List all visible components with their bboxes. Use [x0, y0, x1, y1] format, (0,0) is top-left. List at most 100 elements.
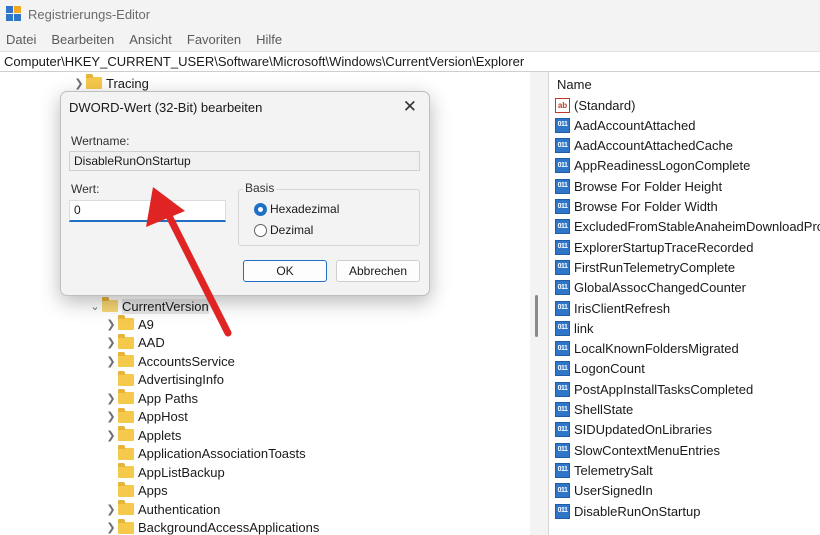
reg-dword-icon: 011 — [555, 138, 570, 154]
tree-item-label: BackgroundAccessApplications — [138, 520, 320, 535]
value-row[interactable]: 011 AppReadinessLogonComplete — [555, 156, 750, 176]
value-row[interactable]: 011 AadAccountAttached — [555, 115, 695, 135]
tree-item-tracing[interactable]: ❯ Tracing — [72, 74, 149, 92]
chevron-down-icon[interactable]: ⌄ — [88, 297, 102, 315]
value-name: FirstRunTelemetryComplete — [574, 259, 736, 275]
value-row[interactable]: 011 Browse For Folder Height — [555, 176, 722, 196]
tree-item[interactable]: ❯ AppHost — [104, 407, 188, 426]
value-row[interactable]: 011 LocalKnownFoldersMigrated — [555, 339, 739, 359]
tree-item[interactable]: AppListBackup — [104, 463, 225, 481]
reg-dword-icon: 011 — [555, 178, 570, 194]
pane-splitter[interactable] — [530, 72, 548, 535]
folder-icon — [118, 389, 134, 404]
radio-checked-icon[interactable] — [254, 202, 267, 216]
tree-item[interactable]: ApplicationAssociationToasts — [104, 444, 306, 463]
value-name: TelemetrySalt — [574, 462, 653, 478]
value-row[interactable]: 011 GlobalAssocChangedCounter — [555, 278, 746, 298]
tree-item-label: AdvertisingInfo — [138, 372, 224, 387]
value-name: Browse For Folder Height — [574, 178, 723, 194]
tree-item[interactable]: AdvertisingInfo — [104, 370, 224, 389]
tree-item[interactable]: ❯ Authentication — [104, 500, 220, 518]
chevron-right-icon[interactable]: ❯ — [104, 352, 118, 370]
value-row[interactable]: 011 ExplorerStartupTraceRecorded — [555, 237, 753, 257]
value-data-input[interactable]: 0 — [69, 200, 226, 222]
menu-favorites[interactable]: Favoriten — [187, 32, 241, 47]
value-row[interactable]: 011 TelemetrySalt — [555, 460, 653, 480]
reg-dword-icon: 011 — [555, 300, 570, 316]
tree-item-label: ApplicationAssociationToasts — [138, 446, 306, 461]
chevron-right-icon[interactable]: ❯ — [104, 408, 118, 426]
reg-dword-icon: 011 — [555, 320, 570, 336]
value-row[interactable]: 011 ExcludedFromStableAnaheimDownloadProm… — [555, 217, 820, 237]
splitter-grip[interactable] — [535, 295, 538, 337]
reg-dword-icon: 011 — [555, 483, 570, 499]
value-row[interactable]: 011 link — [555, 318, 594, 338]
value-row[interactable]: 011 IrisClientRefresh — [555, 298, 670, 318]
value-name: AadAccountAttached — [574, 117, 696, 133]
reg-dword-icon: 011 — [555, 462, 570, 478]
value-row[interactable]: 011 SlowContextMenuEntries — [555, 440, 720, 460]
close-icon[interactable]: ✕ — [403, 97, 417, 117]
radio-decimal[interactable]: Dezimal — [254, 223, 313, 237]
radio-hexadecimal[interactable]: Hexadezimal — [254, 202, 339, 216]
reg-dword-icon: 011 — [555, 219, 570, 235]
chevron-right-icon[interactable]: ❯ — [104, 315, 118, 333]
title-bar: Registrierungs-Editor — [0, 0, 820, 28]
tree-item[interactable]: ❯ AAD — [104, 333, 165, 352]
tree-item[interactable]: Apps — [104, 481, 168, 500]
menu-file[interactable]: Datei — [6, 32, 36, 47]
value-name: link — [574, 320, 594, 336]
folder-icon — [118, 500, 134, 515]
tree-item-label: App Paths — [138, 390, 198, 406]
chevron-right-icon[interactable]: ❯ — [104, 389, 118, 407]
value-name: ExcludedFromStableAnaheimDownloadPromoti… — [574, 219, 820, 235]
value-row[interactable]: 011 SIDUpdatedOnLibraries — [555, 420, 712, 440]
reg-dword-icon: 011 — [555, 402, 570, 417]
column-header-name[interactable]: Name — [557, 77, 592, 92]
tree-item[interactable]: ❯ App Paths — [104, 389, 198, 407]
reg-dword-icon: 011 — [555, 259, 570, 275]
value-row[interactable]: 011 FirstRunTelemetryComplete — [555, 257, 735, 277]
value-name: LocalKnownFoldersMigrated — [574, 341, 739, 357]
tree-item[interactable]: ❯ Applets — [104, 426, 181, 444]
folder-icon — [118, 407, 134, 423]
edit-dword-dialog: DWORD-Wert (32-Bit) bearbeiten ✕ Wertnam… — [60, 91, 430, 296]
tree-item[interactable]: ❯ A9 — [104, 315, 154, 333]
reg-dword-icon: 011 — [555, 158, 570, 174]
base-groupbox — [238, 189, 420, 246]
value-name: GlobalAssocChangedCounter — [574, 280, 746, 296]
value-row[interactable]: 011 UserSignedIn — [555, 481, 653, 501]
value-row[interactable]: 011 DisableRunOnStartup — [555, 501, 700, 521]
cancel-button[interactable]: Abbrechen — [336, 260, 420, 282]
value-row[interactable]: 011 PostAppInstallTasksCompleted — [555, 379, 753, 399]
chevron-right-icon[interactable]: ❯ — [104, 334, 118, 352]
tree-item-label: AppHost — [138, 409, 188, 424]
value-row[interactable]: 011 LogonCount — [555, 359, 645, 379]
menu-help[interactable]: Hilfe — [256, 32, 282, 47]
chevron-right-icon[interactable]: ❯ — [104, 519, 118, 535]
menu-bar: Datei Bearbeiten Ansicht Favoriten Hilfe — [0, 28, 820, 50]
tree-item[interactable]: ❯ BackgroundAccessApplications — [104, 518, 320, 535]
reg-string-icon: ab — [555, 97, 570, 113]
value-row[interactable]: 011 ShellState — [555, 400, 633, 420]
value-row[interactable]: 011 Browse For Folder Width — [555, 197, 718, 217]
chevron-right-icon[interactable]: ❯ — [72, 74, 86, 92]
tree-item[interactable]: ❯ AccountsService — [104, 352, 235, 370]
value-name: ExplorerStartupTraceRecorded — [574, 239, 754, 255]
value-name: SIDUpdatedOnLibraries — [574, 422, 713, 438]
ok-button[interactable]: OK — [243, 260, 327, 282]
address-bar[interactable]: Computer\HKEY_CURRENT_USER\Software\Micr… — [0, 51, 820, 72]
value-row[interactable]: ab (Standard) — [555, 95, 635, 115]
reg-dword-icon: 011 — [555, 117, 570, 133]
value-name: SlowContextMenuEntries — [574, 442, 720, 458]
menu-view[interactable]: Ansicht — [129, 32, 172, 47]
value-row[interactable]: 011 AadAccountAttachedCache — [555, 136, 733, 156]
chevron-right-icon[interactable]: ❯ — [104, 426, 118, 444]
radio-unchecked-icon[interactable] — [254, 223, 267, 237]
menu-edit[interactable]: Bearbeiten — [51, 32, 114, 47]
tree-item-currentversion[interactable]: ⌄ CurrentVersion — [88, 297, 209, 315]
chevron-right-icon[interactable]: ❯ — [104, 500, 118, 518]
